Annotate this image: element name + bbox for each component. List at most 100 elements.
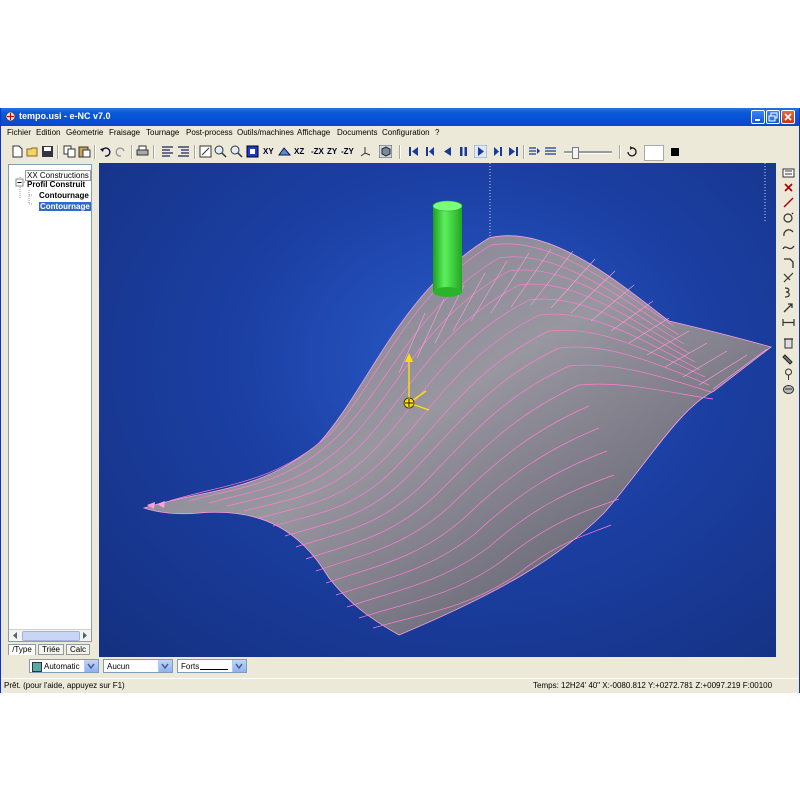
view-zy-button[interactable]: ZY: [327, 147, 337, 156]
simulation-list-icon[interactable]: [528, 145, 541, 158]
save-icon[interactable]: [41, 145, 54, 158]
scroll-left-icon[interactable]: [10, 630, 21, 641]
geometry-toolbar: [778, 163, 799, 403]
construction-tree: XX Constructions Profil Construit Contou…: [8, 164, 92, 642]
application-window: tempo.usi - e-NC v7.0 Fichier Edition Gé…: [0, 108, 800, 693]
tree-item-contournage-2[interactable]: Contournage: [39, 202, 91, 211]
arc-icon[interactable]: [782, 226, 795, 239]
cutting-tool[interactable]: [432, 200, 463, 297]
view-minus-zy-button[interactable]: -ZY: [341, 147, 354, 156]
dimension-icon[interactable]: [782, 316, 795, 329]
menu-post-process[interactable]: Post-process: [186, 128, 233, 137]
zoom-window-icon[interactable]: [199, 145, 212, 158]
mode-select[interactable]: Automatic: [29, 659, 99, 673]
view-iso-icon[interactable]: [278, 145, 291, 158]
offset-icon[interactable]: [782, 286, 795, 299]
simulation-options-icon[interactable]: [544, 145, 557, 158]
restore-icon: [768, 112, 778, 122]
main-toolbar: XY XZ -ZX ZY -ZY: [1, 142, 799, 162]
status-coordinates: Temps: 12H24' 40" X:-0080.812 Y:+0272.78…: [533, 681, 773, 690]
title-bar[interactable]: tempo.usi - e-NC v7.0: [1, 108, 799, 126]
layers-icon[interactable]: [782, 383, 795, 396]
menu-fichier[interactable]: Fichier: [7, 128, 31, 137]
trim-icon[interactable]: [782, 271, 795, 284]
undo-icon[interactable]: [99, 145, 112, 158]
menu-bar: Fichier Edition Géometrie Fraisage Tourn…: [1, 127, 799, 140]
scroll-thumb[interactable]: [22, 631, 80, 641]
tab-triee[interactable]: Triée: [38, 644, 64, 655]
tree-horizontal-scrollbar[interactable]: [9, 629, 91, 641]
print-icon[interactable]: [136, 145, 149, 158]
chevron-down-icon[interactable]: [158, 660, 172, 672]
play-icon[interactable]: [474, 145, 487, 158]
menu-outils-machines[interactable]: Outils/machines: [237, 128, 294, 137]
menu-fraisage[interactable]: Fraisage: [109, 128, 140, 137]
chevron-down-icon[interactable]: [84, 660, 98, 672]
maximize-button[interactable]: [766, 110, 780, 124]
copy-icon[interactable]: [63, 145, 76, 158]
play-backward-icon[interactable]: [441, 145, 454, 158]
stop-button[interactable]: [671, 148, 679, 156]
first-step-icon[interactable]: [407, 145, 420, 158]
close-button[interactable]: [781, 110, 795, 124]
minimize-button[interactable]: [751, 110, 765, 124]
zoom-fit-icon[interactable]: [246, 145, 259, 158]
construct-icon[interactable]: [782, 166, 795, 179]
redo-icon[interactable]: [114, 145, 127, 158]
status-bar: Prêt. (pour l'aide, appuyez sur F1) Temp…: [1, 678, 799, 692]
line-weight-select[interactable]: Forts: [177, 659, 247, 673]
circle-icon[interactable]: [782, 211, 795, 224]
toolpath-edit-icon[interactable]: [177, 145, 190, 158]
next-step-icon[interactable]: [491, 145, 504, 158]
tree-item-contournage-1[interactable]: Contournage: [39, 191, 89, 200]
color-square-icon: [32, 662, 42, 672]
filter-select[interactable]: Aucun: [103, 659, 173, 673]
view-minus-zx-button[interactable]: -ZX: [311, 147, 324, 156]
pause-icon[interactable]: [457, 145, 470, 158]
menu-geometrie[interactable]: Géometrie: [66, 128, 103, 137]
tree-group-profil[interactable]: Profil Construit: [27, 180, 85, 189]
menu-documents[interactable]: Documents: [337, 128, 377, 137]
view-xy-button[interactable]: XY: [263, 147, 274, 156]
delete-icon[interactable]: [782, 336, 795, 349]
chamfer-icon[interactable]: [782, 256, 795, 269]
tool-icon[interactable]: [782, 353, 795, 366]
scroll-right-icon[interactable]: [79, 630, 90, 641]
menu-configuration[interactable]: Configuration: [382, 128, 430, 137]
line-sample: [200, 669, 228, 670]
app-icon: [5, 111, 16, 122]
paste-icon[interactable]: [78, 145, 91, 158]
chevron-down-icon[interactable]: [232, 660, 246, 672]
shaded-view-icon[interactable]: [379, 145, 392, 158]
tab-type[interactable]: /Type: [8, 644, 36, 655]
axes-icon[interactable]: [359, 145, 372, 158]
menu-edition[interactable]: Edition: [36, 128, 60, 137]
speed-slider[interactable]: [564, 147, 614, 159]
view-xz-button[interactable]: XZ: [294, 147, 304, 156]
window-title: tempo.usi - e-NC v7.0: [19, 111, 111, 121]
open-folder-icon[interactable]: [26, 145, 39, 158]
line-icon[interactable]: [782, 196, 795, 209]
bottom-controls: Automatic Aucun Forts: [1, 656, 799, 676]
toolpath-list-icon[interactable]: [161, 145, 174, 158]
previous-step-icon[interactable]: [424, 145, 437, 158]
menu-help[interactable]: ?: [435, 128, 439, 137]
zoom-in-icon[interactable]: [214, 145, 227, 158]
machining-scene[interactable]: [99, 163, 776, 657]
tab-calc[interactable]: Calc: [66, 644, 90, 655]
menu-affichage[interactable]: Affichage: [297, 128, 330, 137]
menu-tournage[interactable]: Tournage: [146, 128, 179, 137]
spline-icon[interactable]: [782, 241, 795, 254]
zoom-out-icon[interactable]: [230, 145, 243, 158]
last-step-icon[interactable]: [507, 145, 520, 158]
3d-viewport[interactable]: [99, 163, 776, 657]
line-weight-select-value: Forts: [181, 662, 200, 671]
refresh-icon[interactable]: [625, 145, 638, 158]
point-icon[interactable]: [782, 181, 795, 194]
speed-slider-thumb[interactable]: [572, 147, 579, 159]
new-file-icon[interactable]: [11, 145, 24, 158]
move-icon[interactable]: [782, 301, 795, 314]
mode-select-value: Automatic: [44, 662, 80, 671]
probe-icon[interactable]: [782, 368, 795, 381]
color-swatch-white[interactable]: [644, 145, 664, 161]
